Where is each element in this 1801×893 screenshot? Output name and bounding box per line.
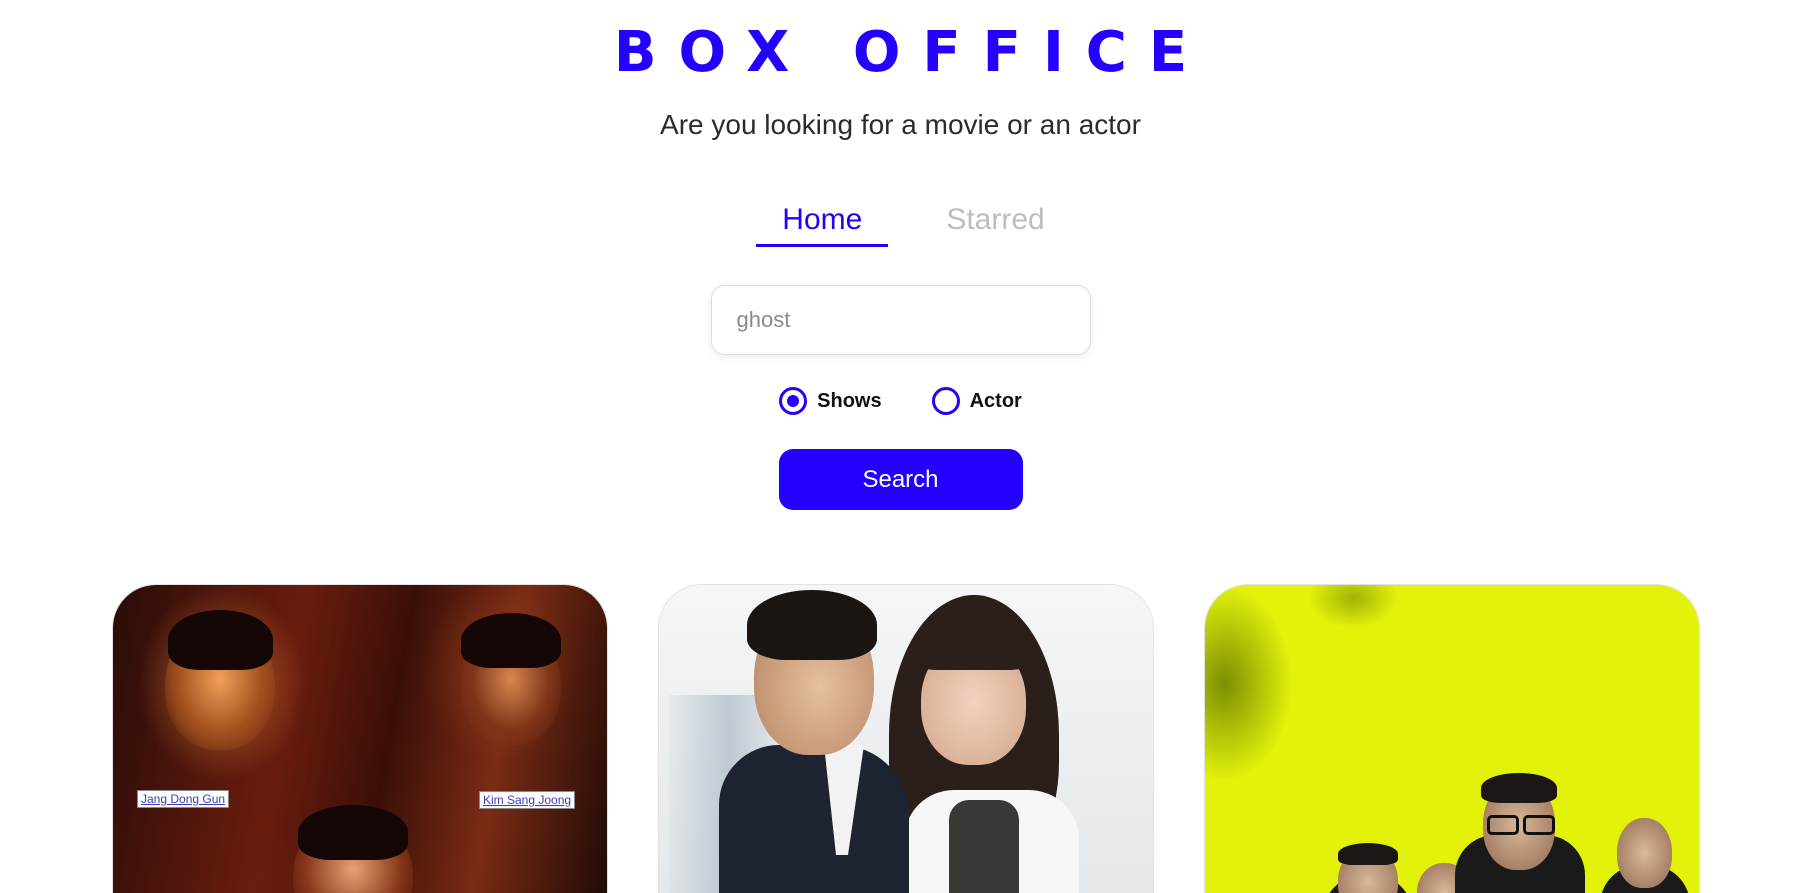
- show-poster-image[interactable]: Jang Dong Gun Kim Sang Joong: [113, 585, 607, 893]
- radio-shows-label: Shows: [817, 389, 882, 412]
- poster-figure: [719, 745, 909, 893]
- page: BOX OFFICE Are you looking for a movie o…: [0, 0, 1801, 893]
- show-poster-image[interactable]: [659, 585, 1153, 893]
- poster-hair: [747, 590, 877, 660]
- page-subtitle: Are you looking for a movie or an actor: [660, 109, 1141, 140]
- radio-dot: [787, 395, 800, 407]
- tab-starred[interactable]: Starred: [946, 202, 1044, 247]
- search-input[interactable]: [710, 285, 1091, 355]
- poster-hair: [168, 610, 273, 670]
- search-button-wrap: Search: [0, 449, 1801, 510]
- main-nav: Home Starred: [0, 202, 1801, 247]
- radio-shows[interactable]: Shows: [779, 387, 882, 415]
- show-card[interactable]: Jang Dong Gun Kim Sang Joong: [112, 584, 608, 893]
- tab-home[interactable]: Home: [756, 202, 889, 247]
- poster-tag: Jang Dong Gun: [137, 790, 230, 808]
- page-title: BOX OFFICE: [613, 20, 1210, 85]
- search-button[interactable]: Search: [778, 449, 1023, 510]
- results-grid: Jang Dong Gun Kim Sang Joong: [112, 584, 1700, 893]
- poster-hair: [1481, 773, 1557, 803]
- poster-hair: [298, 805, 408, 860]
- radio-checked-icon[interactable]: [779, 387, 808, 415]
- glasses-icon: [1487, 815, 1519, 835]
- search-bar: [0, 285, 1801, 355]
- poster-hair: [1338, 843, 1398, 865]
- radio-actor-label: Actor: [969, 389, 1022, 412]
- show-card[interactable]: [1204, 584, 1700, 893]
- poster-hair: [914, 625, 1032, 670]
- search-type-radio-group: Shows Actor: [0, 387, 1801, 415]
- glasses-icon: [1523, 815, 1555, 835]
- poster-figure: [949, 800, 1019, 893]
- poster-hair: [461, 613, 561, 668]
- radio-unchecked-icon[interactable]: [931, 387, 960, 415]
- page-header: BOX OFFICE Are you looking for a movie o…: [0, 0, 1801, 142]
- poster-face: [1617, 818, 1672, 888]
- poster-tag: Kim Sang Joong: [479, 791, 576, 809]
- show-poster-image[interactable]: [1205, 585, 1699, 893]
- radio-actor[interactable]: Actor: [931, 387, 1022, 415]
- show-card[interactable]: [658, 584, 1154, 893]
